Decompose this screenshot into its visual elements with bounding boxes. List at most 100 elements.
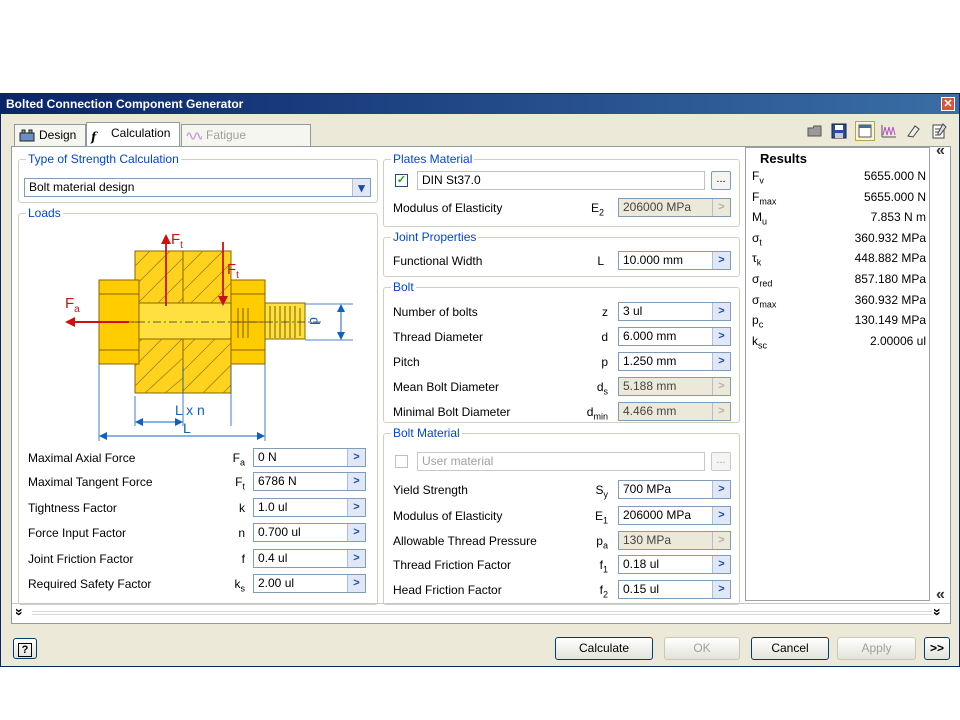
mean-bolt-diameter-symbol: ds — [596, 380, 608, 397]
arrow-right-icon: > — [712, 378, 730, 395]
arrow-right-icon[interactable]: > — [712, 507, 730, 524]
arrow-right-icon[interactable]: > — [347, 550, 365, 567]
bolt-modulus-of-elasticity-label: Modulus of Elasticity — [393, 509, 503, 523]
close-button[interactable]: ✕ — [941, 97, 955, 111]
cancel-button[interactable]: Cancel — [751, 637, 829, 660]
result-value: 130.149 MPa — [854, 313, 926, 328]
yield-strength-field[interactable]: 700 MPa > — [618, 480, 731, 499]
window-title: Bolted Connection Component Generator — [6, 97, 244, 111]
strength-type-select[interactable]: Bolt material design ▾ — [24, 178, 371, 197]
tightness-factor-symbol: k — [239, 501, 245, 515]
force-input-factor-label: Force Input Factor — [28, 526, 127, 540]
ok-button[interactable]: OK — [664, 637, 740, 660]
yield-strength-symbol: Sy — [595, 483, 608, 500]
arrow-right-icon[interactable]: > — [712, 353, 730, 370]
plates-material-checkbox[interactable]: ✓ — [395, 174, 408, 187]
result-value: 360.932 MPa — [854, 230, 926, 245]
required-safety-factor-symbol: ks — [234, 577, 246, 594]
diagram-lxn-label: L x n — [175, 402, 205, 418]
arrow-right-icon[interactable]: > — [712, 481, 730, 498]
user-material-field[interactable]: User material — [417, 452, 705, 471]
thread-friction-factor-field[interactable]: 0.18 ul > — [618, 555, 731, 574]
bolt-material-title: Bolt Material — [391, 426, 462, 440]
result-row: pc 130.149 MPa — [752, 310, 926, 330]
tab-calculation[interactable]: f Calculation — [86, 122, 180, 147]
calculate-button[interactable]: Calculate — [555, 637, 653, 660]
maximal-axial-force-symbol: Fa — [232, 451, 245, 468]
fatigue-wave-icon — [186, 132, 202, 140]
maximal-tangent-force-field[interactable]: 6786 N > — [253, 472, 366, 491]
apply-button[interactable]: Apply — [837, 637, 916, 660]
expand-strip: » » — [12, 603, 950, 622]
diagram-l-label: L — [183, 420, 191, 436]
collapse-results-icon[interactable]: « — [936, 143, 945, 159]
user-material-browse-button[interactable]: ... — [711, 452, 731, 471]
title-bar: Bolted Connection Component Generator ✕ — [1, 94, 959, 114]
help-button[interactable]: ? — [13, 638, 37, 659]
tightness-factor-label: Tightness Factor — [28, 501, 117, 515]
splitter[interactable] — [32, 611, 932, 615]
help-icon: ? — [17, 643, 33, 657]
plates-modulus-label: Modulus of Elasticity — [393, 201, 503, 215]
arrow-right-icon[interactable]: > — [347, 473, 365, 490]
arrow-right-icon[interactable]: > — [347, 449, 365, 466]
tightness-factor-field[interactable]: 1.0 ul > — [253, 498, 366, 517]
save-icon[interactable] — [831, 123, 847, 139]
plates-material-browse-button[interactable]: ... — [711, 171, 731, 190]
more-button[interactable]: >> — [924, 637, 950, 660]
number-of-bolts-field[interactable]: 3 ul > — [618, 302, 731, 321]
plates-material-title: Plates Material — [391, 152, 475, 166]
chevron-down-icon[interactable]: ▾ — [352, 179, 370, 196]
eraser-icon[interactable] — [905, 123, 921, 139]
minimal-bolt-diameter-field: 4.466 mm > — [618, 402, 731, 421]
pitch-label: Pitch — [393, 355, 420, 369]
arrow-right-icon[interactable]: > — [347, 575, 365, 592]
arrow-right-icon[interactable]: > — [347, 499, 365, 516]
joint-friction-factor-field[interactable]: 0.4 ul > — [253, 549, 366, 568]
tab-design[interactable]: Design — [14, 124, 86, 146]
collapse-results-bottom-icon[interactable]: « — [936, 587, 945, 603]
arrow-right-icon[interactable]: > — [712, 252, 730, 269]
result-row: Fv 5655.000 N — [752, 166, 926, 186]
joint-friction-factor-symbol: f — [241, 552, 245, 566]
joint-friction-factor-label: Joint Friction Factor — [28, 552, 134, 566]
maximal-axial-force-field[interactable]: 0 N > — [253, 448, 366, 467]
thread-friction-factor-symbol: f1 — [599, 558, 608, 575]
arrow-right-icon[interactable]: > — [347, 524, 365, 541]
pitch-field[interactable]: 1.250 mm > — [618, 352, 731, 371]
expand-down-right-icon[interactable]: » — [930, 608, 946, 616]
diagram-d-label: d — [306, 317, 323, 325]
user-material-checkbox[interactable] — [395, 455, 408, 468]
arrow-right-icon[interactable]: > — [712, 328, 730, 345]
result-row: σmax 360.932 MPa — [752, 290, 926, 310]
allowable-thread-pressure-label: Allowable Thread Pressure — [393, 534, 537, 548]
force-input-factor-field[interactable]: 0.700 ul > — [253, 523, 366, 542]
properties-icon[interactable] — [855, 121, 875, 141]
plates-material-field[interactable]: DIN St37.0 — [417, 171, 705, 190]
tab-fatigue-calculation[interactable]: Fatigue Calculation — [181, 124, 311, 163]
result-symbol: ksc — [752, 333, 767, 351]
arrow-right-icon[interactable]: > — [712, 303, 730, 320]
arrow-right-icon[interactable]: > — [712, 581, 730, 598]
mean-bolt-diameter-field: 5.188 mm > — [618, 377, 731, 396]
open-folder-icon[interactable] — [807, 123, 823, 139]
bolt-title: Bolt — [391, 280, 416, 294]
head-friction-factor-field[interactable]: 0.15 ul > — [618, 580, 731, 599]
result-value: 2.00006 ul — [869, 333, 926, 348]
yield-strength-label: Yield Strength — [393, 483, 468, 497]
thread-diameter-field[interactable]: 6.000 mm > — [618, 327, 731, 346]
bolt-modulus-of-elasticity-field[interactable]: 206000 MPa > — [618, 506, 731, 525]
expand-down-icon[interactable]: » — [12, 608, 28, 616]
strength-calculation-group: Type of Strength Calculation Bolt materi… — [18, 152, 378, 203]
graph-icon[interactable] — [881, 123, 897, 139]
result-row: Fmax 5655.000 N — [752, 187, 926, 207]
functional-width-field[interactable]: 10.000 mm > — [618, 251, 731, 270]
number-of-bolts-label: Number of bolts — [393, 305, 478, 319]
maximal-tangent-force-label: Maximal Tangent Force — [28, 475, 153, 489]
functional-width-symbol: L — [597, 254, 604, 268]
notes-icon[interactable] — [931, 123, 947, 139]
thread-diameter-label: Thread Diameter — [393, 330, 484, 344]
head-friction-factor-label: Head Friction Factor — [393, 583, 502, 597]
required-safety-factor-field[interactable]: 2.00 ul > — [253, 574, 366, 593]
arrow-right-icon[interactable]: > — [712, 556, 730, 573]
